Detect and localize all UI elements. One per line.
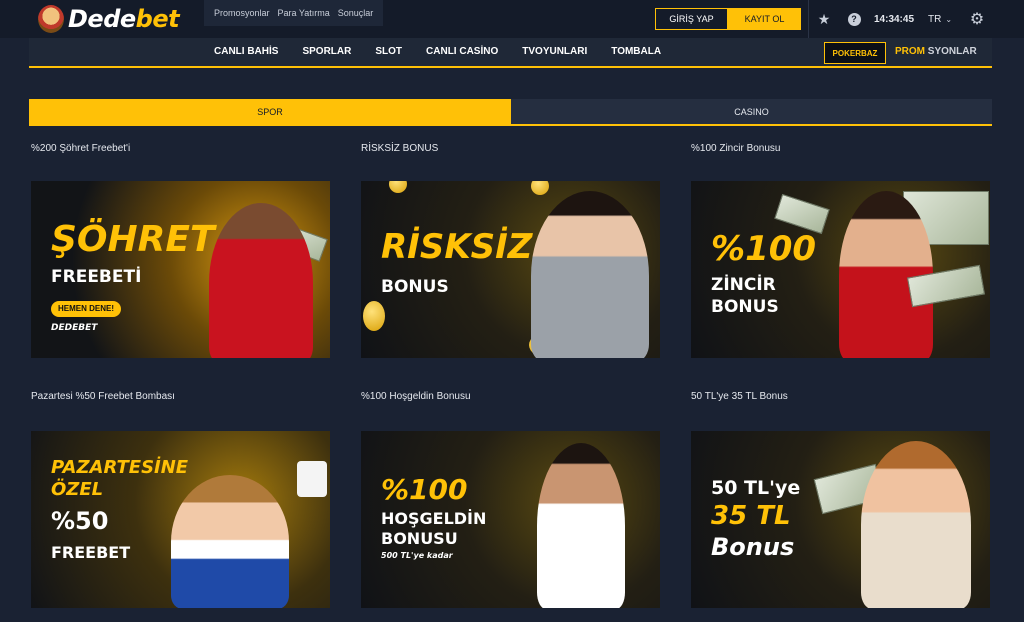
- banner-headline: %100: [711, 229, 817, 269]
- promo-card-pazartesi[interactable]: PAZARTESİNE ÖZEL %50 FREEBET: [31, 431, 330, 608]
- promo-card-hosgeldin[interactable]: %100 HOŞGELDİN BONUSU 500 TL'ye kadar: [361, 431, 660, 608]
- settings-button[interactable]: ⚙: [960, 0, 994, 38]
- card-title[interactable]: %200 Şöhret Freebet'i: [31, 143, 130, 154]
- help-icon: ?: [847, 12, 861, 26]
- brand-logo[interactable]: Dedebet: [38, 4, 180, 34]
- auth-buttons: GİRİŞ YAP KAYIT OL: [655, 8, 801, 30]
- banner-headline: 35 TL: [711, 501, 791, 531]
- help-button[interactable]: ?: [840, 0, 868, 38]
- mascot-icon: [38, 5, 64, 33]
- banner-subline: BONUS: [711, 297, 779, 317]
- banner-headline: ŞÖHRET: [51, 219, 215, 260]
- banner-subline: Bonus: [711, 533, 795, 561]
- nav-live-casino[interactable]: CANLI CASİNO: [426, 38, 498, 66]
- nav-slot[interactable]: SLOT: [375, 38, 402, 66]
- main-nav: CANLI BAHİS SPORLAR SLOT CANLI CASİNO TV…: [29, 38, 992, 68]
- toplink-promotions[interactable]: Promosyonlar: [214, 0, 270, 26]
- promo-card-sohret[interactable]: ŞÖHRET FREEBETİ HEMEN DENE! DEDEBET: [31, 181, 330, 358]
- toplink-results[interactable]: Sonuçlar: [338, 0, 374, 26]
- star-icon: ★: [817, 10, 831, 27]
- promo-card-risksiz[interactable]: RİSKSİZ BONUS: [361, 181, 660, 358]
- banner-headline: %100: [381, 473, 468, 506]
- clock: 14:34:45: [868, 0, 920, 38]
- coin-image: [389, 181, 407, 193]
- banner-headline: PAZARTESİNE: [51, 457, 189, 478]
- banner-subline: HOŞGELDİN: [381, 509, 487, 528]
- banner-subline: %50: [51, 507, 109, 535]
- top-links: Promosyonlar Para Yatırma Sonuçlar: [204, 0, 384, 26]
- player-image: [537, 443, 625, 608]
- banner-headline: 50 TL'ye: [711, 477, 801, 499]
- gear-icon: ⚙: [969, 11, 985, 28]
- nav-promotions[interactable]: PROM SYONLAR: [895, 38, 977, 66]
- card-title[interactable]: %100 Zincir Bonusu: [691, 143, 781, 154]
- card-title[interactable]: 50 TL'ye 35 TL Bonus: [691, 391, 788, 402]
- nav-live-betting[interactable]: CANLI BAHİS: [214, 38, 278, 66]
- pokerbaz-banner[interactable]: POKERBAZ: [824, 42, 886, 64]
- woman-image: [531, 191, 649, 358]
- coin-image: [531, 181, 549, 195]
- clock-time: 14:34:45: [873, 13, 915, 25]
- mascot-image: [171, 475, 289, 608]
- favorites-button[interactable]: ★: [808, 0, 840, 38]
- toplink-deposit[interactable]: Para Yatırma: [278, 0, 330, 26]
- banner-subline: ZİNCİR: [711, 275, 776, 295]
- chevron-down-icon: ⌄: [945, 14, 953, 24]
- card-title[interactable]: %100 Hoşgeldin Bonusu: [361, 391, 471, 402]
- banner-headline: ÖZEL: [51, 479, 104, 500]
- card-title[interactable]: RİSKSİZ BONUS: [361, 143, 438, 154]
- banner-brand: DEDEBET: [51, 323, 98, 333]
- banner-subline: FREEBET: [51, 543, 131, 562]
- nav-sports[interactable]: SPORLAR: [302, 38, 351, 66]
- promo-card-50tl[interactable]: 50 TL'ye 35 TL Bonus: [691, 431, 990, 608]
- nav-tombala[interactable]: TOMBALA: [611, 38, 661, 66]
- banner-note: 500 TL'ye kadar: [381, 551, 453, 560]
- login-button[interactable]: GİRİŞ YAP: [655, 8, 728, 30]
- tab-casino[interactable]: CASINO: [511, 99, 992, 126]
- cup-image: [297, 461, 327, 497]
- player-image: [209, 203, 313, 358]
- banner-subline: FREEBETİ: [51, 267, 142, 287]
- banner-subline: BONUS: [381, 277, 449, 297]
- nav-tv-games[interactable]: TVOYUNLARI: [522, 38, 587, 66]
- promo-tabs: SPOR CASINO: [29, 99, 992, 126]
- woman-image: [861, 441, 971, 608]
- banner-subline: BONUSU: [381, 529, 458, 548]
- card-title[interactable]: Pazartesi %50 Freebet Bombası: [31, 391, 175, 402]
- try-now-badge: HEMEN DENE!: [51, 301, 121, 317]
- top-bar: Dedebet Promosyonlar Para Yatırma Sonuçl…: [0, 0, 1024, 38]
- brand-name: Dedebet: [68, 5, 180, 33]
- promo-card-zincir[interactable]: %100 ZİNCİR BONUS: [691, 181, 990, 358]
- register-button[interactable]: KAYIT OL: [728, 8, 801, 30]
- banner-headline: RİSKSİZ: [381, 227, 533, 267]
- language-select[interactable]: TR ⌄: [920, 0, 960, 38]
- tab-spor[interactable]: SPOR: [29, 99, 511, 126]
- language-label: TR: [927, 13, 942, 25]
- coin-image: [363, 301, 385, 331]
